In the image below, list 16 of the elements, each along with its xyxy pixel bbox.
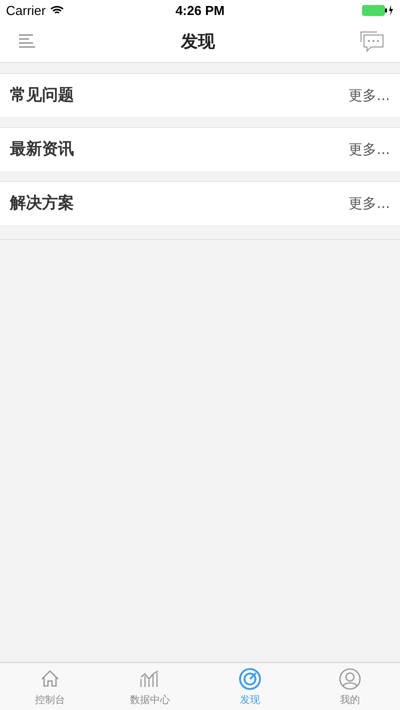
section-title: 解决方案 — [10, 193, 74, 214]
more-link[interactable]: 更多... — [348, 140, 390, 158]
section-title: 最新资讯 — [10, 139, 74, 160]
section-title: 常见问题 — [10, 85, 74, 106]
more-link[interactable]: 更多... — [348, 86, 390, 104]
wifi-icon — [50, 5, 64, 15]
carrier-label: Carrier — [6, 2, 46, 18]
more-link[interactable]: 更多... — [348, 194, 390, 212]
battery-icon — [362, 4, 394, 16]
section-row[interactable]: 解决方案 更多... — [0, 181, 400, 225]
section-row[interactable]: 常见问题 更多... — [0, 73, 400, 117]
target-icon — [238, 666, 262, 690]
page-title: 发现 — [181, 30, 215, 52]
section-row[interactable]: 最新资讯 更多... — [0, 127, 400, 171]
person-icon — [338, 666, 362, 690]
status-time: 4:26 PM — [175, 2, 225, 18]
